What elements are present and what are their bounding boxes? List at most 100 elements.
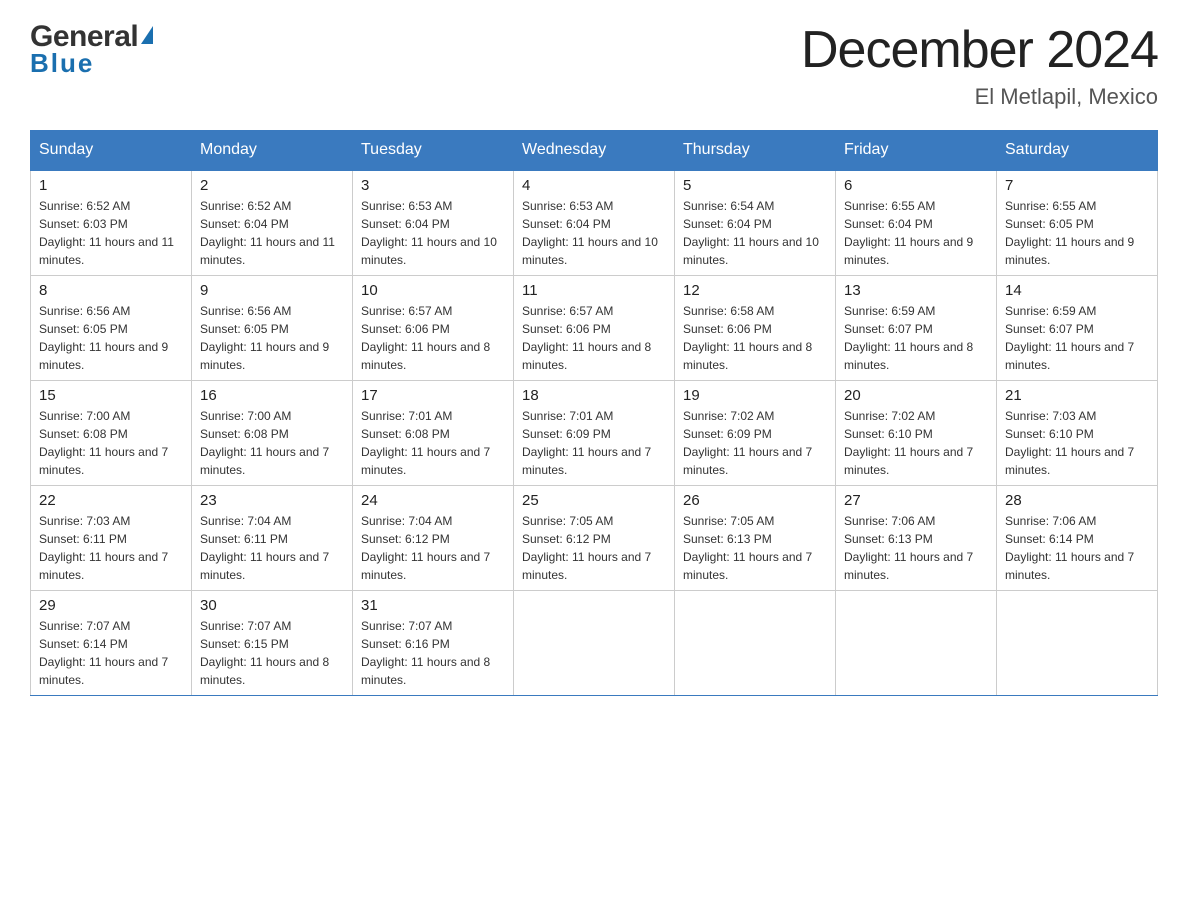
day-info: Sunrise: 7:03 AMSunset: 6:10 PMDaylight:… xyxy=(1005,407,1149,479)
calendar-day-28: 28 Sunrise: 7:06 AMSunset: 6:14 PMDayligh… xyxy=(997,486,1158,591)
week-row-3: 15 Sunrise: 7:00 AMSunset: 6:08 PMDayligh… xyxy=(31,381,1158,486)
empty-cell xyxy=(997,591,1158,696)
day-header-wednesday: Wednesday xyxy=(514,131,675,171)
empty-cell xyxy=(514,591,675,696)
calendar-day-19: 19 Sunrise: 7:02 AMSunset: 6:09 PMDayligh… xyxy=(675,381,836,486)
calendar-day-5: 5 Sunrise: 6:54 AMSunset: 6:04 PMDaylight… xyxy=(675,170,836,276)
day-info: Sunrise: 6:59 AMSunset: 6:07 PMDaylight:… xyxy=(1005,302,1149,374)
day-info: Sunrise: 7:01 AMSunset: 6:08 PMDaylight:… xyxy=(361,407,505,479)
day-header-friday: Friday xyxy=(836,131,997,171)
title-section: December 2024 El Metlapil, Mexico xyxy=(801,20,1158,110)
logo: General Blue xyxy=(30,20,153,79)
day-header-saturday: Saturday xyxy=(997,131,1158,171)
calendar-day-21: 21Sunrise: 7:03 AMSunset: 6:10 PMDayligh… xyxy=(997,381,1158,486)
calendar-day-2: 2 Sunrise: 6:52 AMSunset: 6:04 PMDaylight… xyxy=(192,170,353,276)
day-number: 22 xyxy=(39,492,183,509)
day-info: Sunrise: 7:02 AMSunset: 6:10 PMDaylight:… xyxy=(844,407,988,479)
day-number: 23 xyxy=(200,492,344,509)
calendar-day-1: 1 Sunrise: 6:52 AMSunset: 6:03 PMDaylight… xyxy=(31,170,192,276)
calendar-day-13: 13 Sunrise: 6:59 AMSunset: 6:07 PMDayligh… xyxy=(836,276,997,381)
calendar-day-12: 12 Sunrise: 6:58 AMSunset: 6:06 PMDayligh… xyxy=(675,276,836,381)
day-info: Sunrise: 6:59 AMSunset: 6:07 PMDaylight:… xyxy=(844,302,988,374)
day-info: Sunrise: 6:56 AMSunset: 6:05 PMDaylight:… xyxy=(200,302,344,374)
day-header-tuesday: Tuesday xyxy=(353,131,514,171)
week-row-1: 1 Sunrise: 6:52 AMSunset: 6:03 PMDaylight… xyxy=(31,170,1158,276)
day-number: 31 xyxy=(361,597,505,614)
day-number: 13 xyxy=(844,282,988,299)
day-info: Sunrise: 7:07 AMSunset: 6:14 PMDaylight:… xyxy=(39,617,183,689)
day-number: 12 xyxy=(683,282,827,299)
day-info: Sunrise: 6:58 AMSunset: 6:06 PMDaylight:… xyxy=(683,302,827,374)
day-info: Sunrise: 7:03 AMSunset: 6:11 PMDaylight:… xyxy=(39,512,183,584)
calendar-day-24: 24 Sunrise: 7:04 AMSunset: 6:12 PMDayligh… xyxy=(353,486,514,591)
day-number: 29 xyxy=(39,597,183,614)
day-info: Sunrise: 7:07 AMSunset: 6:15 PMDaylight:… xyxy=(200,617,344,689)
calendar-day-29: 29 Sunrise: 7:07 AMSunset: 6:14 PMDayligh… xyxy=(31,591,192,696)
empty-cell xyxy=(836,591,997,696)
day-info: Sunrise: 7:07 AMSunset: 6:16 PMDaylight:… xyxy=(361,617,505,689)
day-number: 2 xyxy=(200,177,344,194)
month-title: December 2024 xyxy=(801,20,1158,80)
day-number: 16 xyxy=(200,387,344,404)
day-number: 9 xyxy=(200,282,344,299)
calendar-header-row: SundayMondayTuesdayWednesdayThursdayFrid… xyxy=(31,131,1158,171)
day-number: 24 xyxy=(361,492,505,509)
logo-triangle-icon xyxy=(141,26,153,44)
calendar-day-6: 6Sunrise: 6:55 AMSunset: 6:04 PMDaylight… xyxy=(836,170,997,276)
calendar-day-11: 11Sunrise: 6:57 AMSunset: 6:06 PMDayligh… xyxy=(514,276,675,381)
day-number: 6 xyxy=(844,177,988,194)
calendar-day-7: 7Sunrise: 6:55 AMSunset: 6:05 PMDaylight… xyxy=(997,170,1158,276)
day-info: Sunrise: 7:05 AMSunset: 6:12 PMDaylight:… xyxy=(522,512,666,584)
day-number: 4 xyxy=(522,177,666,194)
day-number: 3 xyxy=(361,177,505,194)
day-info: Sunrise: 6:52 AMSunset: 6:04 PMDaylight:… xyxy=(200,197,344,269)
day-info: Sunrise: 7:00 AMSunset: 6:08 PMDaylight:… xyxy=(39,407,183,479)
location-subtitle: El Metlapil, Mexico xyxy=(801,84,1158,110)
logo-blue-text: Blue xyxy=(30,48,94,79)
day-info: Sunrise: 7:06 AMSunset: 6:13 PMDaylight:… xyxy=(844,512,988,584)
day-info: Sunrise: 7:04 AMSunset: 6:12 PMDaylight:… xyxy=(361,512,505,584)
day-number: 8 xyxy=(39,282,183,299)
day-number: 14 xyxy=(1005,282,1149,299)
day-number: 26 xyxy=(683,492,827,509)
calendar-day-22: 22 Sunrise: 7:03 AMSunset: 6:11 PMDayligh… xyxy=(31,486,192,591)
day-number: 28 xyxy=(1005,492,1149,509)
calendar-day-23: 23 Sunrise: 7:04 AMSunset: 6:11 PMDayligh… xyxy=(192,486,353,591)
day-number: 20 xyxy=(844,387,988,404)
calendar-day-14: 14 Sunrise: 6:59 AMSunset: 6:07 PMDayligh… xyxy=(997,276,1158,381)
day-info: Sunrise: 7:02 AMSunset: 6:09 PMDaylight:… xyxy=(683,407,827,479)
day-number: 18 xyxy=(522,387,666,404)
day-number: 17 xyxy=(361,387,505,404)
calendar-day-4: 4Sunrise: 6:53 AMSunset: 6:04 PMDaylight… xyxy=(514,170,675,276)
week-row-4: 22 Sunrise: 7:03 AMSunset: 6:11 PMDayligh… xyxy=(31,486,1158,591)
day-number: 7 xyxy=(1005,177,1149,194)
calendar-day-17: 17 Sunrise: 7:01 AMSunset: 6:08 PMDayligh… xyxy=(353,381,514,486)
day-number: 5 xyxy=(683,177,827,194)
day-info: Sunrise: 6:56 AMSunset: 6:05 PMDaylight:… xyxy=(39,302,183,374)
page-header: General Blue December 2024 El Metlapil, … xyxy=(30,20,1158,110)
calendar-day-20: 20 Sunrise: 7:02 AMSunset: 6:10 PMDayligh… xyxy=(836,381,997,486)
day-info: Sunrise: 6:57 AMSunset: 6:06 PMDaylight:… xyxy=(361,302,505,374)
day-info: Sunrise: 7:01 AMSunset: 6:09 PMDaylight:… xyxy=(522,407,666,479)
calendar-day-16: 16 Sunrise: 7:00 AMSunset: 6:08 PMDayligh… xyxy=(192,381,353,486)
day-number: 27 xyxy=(844,492,988,509)
day-info: Sunrise: 6:54 AMSunset: 6:04 PMDaylight:… xyxy=(683,197,827,269)
day-header-sunday: Sunday xyxy=(31,131,192,171)
day-info: Sunrise: 6:52 AMSunset: 6:03 PMDaylight:… xyxy=(39,197,183,269)
calendar-table: SundayMondayTuesdayWednesdayThursdayFrid… xyxy=(30,130,1158,696)
day-header-monday: Monday xyxy=(192,131,353,171)
calendar-day-30: 30 Sunrise: 7:07 AMSunset: 6:15 PMDayligh… xyxy=(192,591,353,696)
day-number: 19 xyxy=(683,387,827,404)
day-info: Sunrise: 7:06 AMSunset: 6:14 PMDaylight:… xyxy=(1005,512,1149,584)
week-row-5: 29 Sunrise: 7:07 AMSunset: 6:14 PMDayligh… xyxy=(31,591,1158,696)
day-info: Sunrise: 7:05 AMSunset: 6:13 PMDaylight:… xyxy=(683,512,827,584)
day-number: 15 xyxy=(39,387,183,404)
day-info: Sunrise: 7:04 AMSunset: 6:11 PMDaylight:… xyxy=(200,512,344,584)
calendar-day-18: 18 Sunrise: 7:01 AMSunset: 6:09 PMDayligh… xyxy=(514,381,675,486)
day-number: 30 xyxy=(200,597,344,614)
day-number: 25 xyxy=(522,492,666,509)
day-info: Sunrise: 7:00 AMSunset: 6:08 PMDaylight:… xyxy=(200,407,344,479)
empty-cell xyxy=(675,591,836,696)
day-number: 1 xyxy=(39,177,183,194)
week-row-2: 8 Sunrise: 6:56 AMSunset: 6:05 PMDaylight… xyxy=(31,276,1158,381)
